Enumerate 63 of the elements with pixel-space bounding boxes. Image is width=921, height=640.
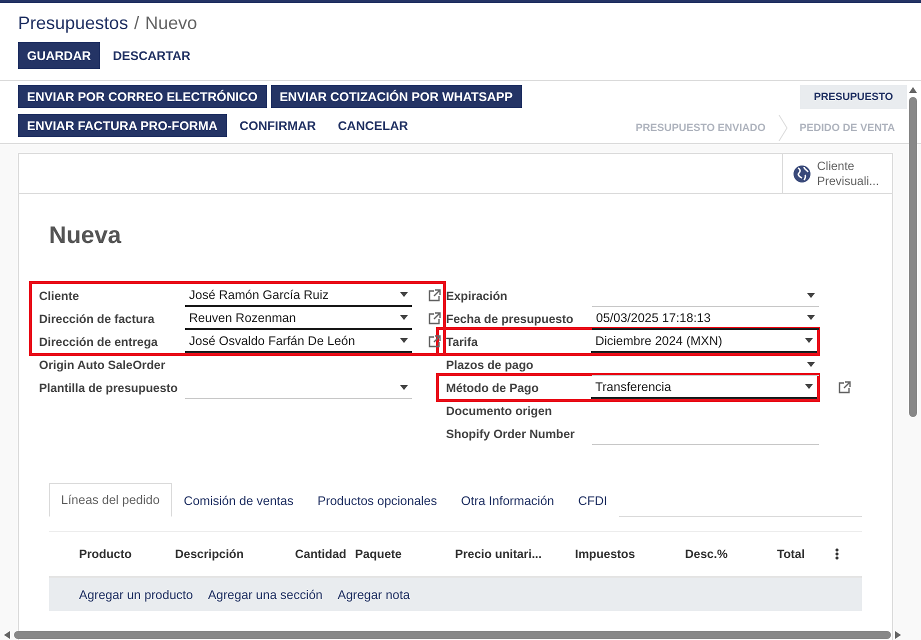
select-field[interactable]: Transferencia [591, 376, 817, 398]
field-label: Método de Pago [446, 380, 540, 394]
column-header: Precio unitari... [455, 547, 543, 561]
field-label: Dirección de factura [39, 312, 156, 326]
tab[interactable]: Líneas del pedido [49, 483, 172, 517]
header-button[interactable]: ENVIAR FACTURA PRO-FORMA [18, 114, 227, 137]
breadcrumb-link[interactable]: Presupuestos [18, 13, 128, 34]
column-header: Cantidad [295, 547, 348, 561]
globe-icon [793, 164, 811, 182]
breadcrumb-current: Nuevo [145, 13, 198, 34]
field-label: Fecha de presupuesto [446, 312, 574, 326]
scroll-up-icon[interactable] [909, 87, 917, 93]
select-field[interactable]: 05/03/2025 17:18:13 [592, 308, 819, 330]
external-link-icon[interactable] [428, 289, 441, 302]
caret-icon [400, 292, 408, 297]
field-label: Shopify Order Number [446, 426, 576, 440]
caret-icon [805, 384, 813, 389]
action-button[interactable]: GUARDAR [18, 42, 100, 69]
field-label: Tarifa [446, 334, 479, 348]
field-label: Plazos de pago [446, 358, 534, 372]
caret-icon [400, 315, 408, 320]
field-label: Documento origen [446, 404, 554, 418]
external-link-icon[interactable] [428, 335, 441, 348]
field-label: Origin Auto SaleOrder [39, 358, 166, 372]
column-header: Impuestos [575, 547, 636, 561]
caret-icon [807, 292, 815, 298]
column-header: Descripción [175, 547, 245, 561]
header-button[interactable]: ENVIAR POR CORREO ELECTRÓNICO [18, 85, 267, 108]
select-field[interactable]: Reuven Rozenman [185, 308, 412, 330]
step-chevron [778, 115, 788, 141]
column-header: Paquete [355, 547, 403, 561]
caret-icon [400, 384, 408, 390]
caret-icon [805, 338, 813, 343]
caret-icon [400, 338, 408, 343]
header-button[interactable]: ENVIAR COTIZACIÓN POR WHATSAPP [270, 85, 522, 108]
add-line-link[interactable]: Agregar un producto [79, 588, 193, 602]
breadcrumb-separator: / [134, 13, 140, 34]
select-field[interactable]: Diciembre 2024 (MXN) [591, 330, 817, 352]
action-button[interactable]: DESCARTAR [104, 42, 200, 69]
field-label: Expiración [446, 288, 508, 302]
status-step[interactable]: PRESUPUESTO [800, 85, 907, 109]
caret-icon [807, 362, 815, 366]
select-field[interactable]: José Osvaldo Farfán De León [185, 330, 412, 352]
header-button[interactable]: CONFIRMAR [230, 114, 325, 137]
column-header: Producto [79, 547, 133, 561]
scroll-left-icon[interactable] [4, 631, 10, 639]
caret-icon [807, 315, 815, 320]
field-label: Cliente [39, 288, 80, 302]
column-header: Total [777, 547, 806, 561]
record-title: Nueva [49, 222, 122, 250]
add-line-link[interactable]: Agregar una sección [208, 588, 323, 602]
field-label: Dirección de entrega [39, 334, 159, 348]
smart-button-label: Cliente [817, 158, 856, 174]
external-link-icon[interactable] [428, 312, 441, 325]
select-field[interactable]: José Ramón García Ruiz [185, 284, 412, 306]
field-label: Plantilla de presupuesto [39, 380, 179, 394]
external-link-icon[interactable] [838, 381, 851, 394]
kebab-menu-icon[interactable] [835, 548, 839, 560]
column-header: Desc.% [685, 547, 729, 561]
smart-button-label: Previsuali... [817, 174, 880, 188]
add-line-link[interactable]: Agregar nota [338, 588, 410, 602]
scroll-right-icon[interactable] [895, 631, 901, 639]
header-button[interactable]: CANCELAR [328, 114, 418, 137]
